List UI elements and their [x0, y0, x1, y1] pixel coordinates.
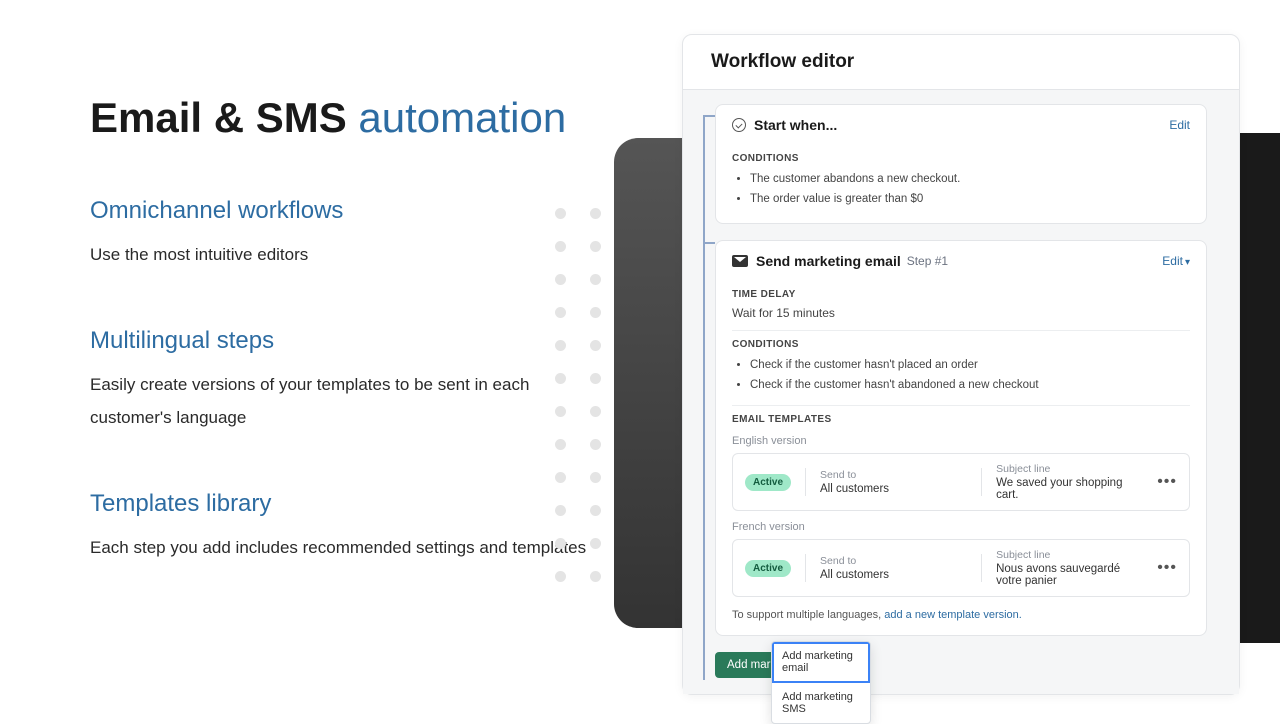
feature-desc: Each step you add includes recommended s…	[90, 532, 590, 564]
subject-value: We saved your shopping cart.	[996, 477, 1143, 501]
send-to-label: Send to	[820, 555, 967, 567]
conditions-label: CONDITIONS	[732, 153, 1190, 164]
version-label-en: English version	[732, 435, 1190, 447]
step1-conditions: Check if the customer hasn't placed an o…	[732, 356, 1190, 395]
add-activity-dropdown: Add marketing email Add marketing SMS	[771, 641, 871, 724]
template-row-en[interactable]: Active Send to All customers Subject lin…	[732, 453, 1190, 511]
start-card: Start when... Edit CONDITIONS The custom…	[715, 104, 1207, 224]
templates-label: EMAIL TEMPLATES	[732, 414, 1190, 425]
more-icon[interactable]: •••	[1157, 473, 1177, 491]
feature-multilingual: Multilingual steps Easily create version…	[90, 327, 590, 434]
template-row-fr[interactable]: Active Send to All customers Subject lin…	[732, 539, 1190, 597]
edit-step1-link[interactable]: Edit▾	[1162, 254, 1190, 268]
decorative-dots	[555, 208, 615, 604]
feature-title: Omnichannel workflows	[90, 197, 590, 225]
conditions-label: CONDITIONS	[732, 339, 1190, 350]
condition-item: Check if the customer hasn't placed an o…	[750, 356, 1190, 376]
dropdown-item-sms[interactable]: Add marketing SMS	[772, 683, 870, 723]
edit-text: Edit	[1162, 254, 1183, 268]
workflow-editor-panel: Workflow editor Start when... Edit CONDI…	[682, 34, 1240, 695]
subject-value: Nous avons sauvegardé votre panier	[996, 563, 1143, 587]
start-title: Start when...	[754, 117, 837, 133]
version-label-fr: French version	[732, 521, 1190, 533]
time-delay-label: TIME DELAY	[732, 289, 1190, 300]
more-icon[interactable]: •••	[1157, 559, 1177, 577]
page-title: Email & SMS automation	[90, 95, 590, 141]
feature-desc: Easily create versions of your templates…	[90, 369, 590, 434]
support-prefix: To support multiple languages,	[732, 609, 884, 621]
mail-icon	[732, 255, 748, 267]
time-delay-value: Wait for 15 minutes	[732, 306, 1190, 331]
feature-desc: Use the most intuitive editors	[90, 239, 590, 271]
editor-body: Start when... Edit CONDITIONS The custom…	[683, 90, 1239, 694]
feature-omnichannel: Omnichannel workflows Use the most intui…	[90, 197, 590, 271]
chevron-down-icon: ▾	[1185, 257, 1190, 268]
check-circle-icon	[732, 118, 746, 132]
feature-title: Templates library	[90, 490, 590, 518]
support-line: To support multiple languages, add a new…	[732, 609, 1190, 621]
dropdown-item-email[interactable]: Add marketing email	[772, 642, 870, 683]
edit-start-link[interactable]: Edit	[1169, 118, 1190, 132]
condition-item: The order value is greater than $0	[750, 190, 1190, 210]
send-to-value: All customers	[820, 569, 967, 581]
feature-title: Multilingual steps	[90, 327, 590, 355]
connector-branch	[703, 242, 715, 244]
editor-title: Workflow editor	[683, 35, 1239, 90]
subject-label: Subject line	[996, 463, 1143, 475]
step1-title: Send marketing email	[756, 253, 901, 269]
condition-item: The customer abandons a new checkout.	[750, 170, 1190, 190]
heading-accent: automation	[358, 94, 566, 141]
status-badge: Active	[745, 560, 791, 577]
condition-item: Check if the customer hasn't abandoned a…	[750, 376, 1190, 396]
feature-templates: Templates library Each step you add incl…	[90, 490, 590, 564]
start-conditions: The customer abandons a new checkout. Th…	[732, 170, 1190, 209]
step-number: Step #1	[907, 254, 948, 268]
send-to-label: Send to	[820, 469, 967, 481]
step1-card: Send marketing email Step #1 Edit▾ TIME …	[715, 240, 1207, 636]
right-dark-strip	[1240, 133, 1280, 643]
send-to-value: All customers	[820, 483, 967, 495]
connector-line	[703, 115, 705, 680]
heading-main: Email & SMS	[90, 94, 347, 141]
add-template-version-link[interactable]: add a new template version.	[884, 609, 1022, 621]
marketing-copy: Email & SMS automation Omnichannel workf…	[90, 95, 590, 564]
subject-label: Subject line	[996, 549, 1143, 561]
status-badge: Active	[745, 474, 791, 491]
